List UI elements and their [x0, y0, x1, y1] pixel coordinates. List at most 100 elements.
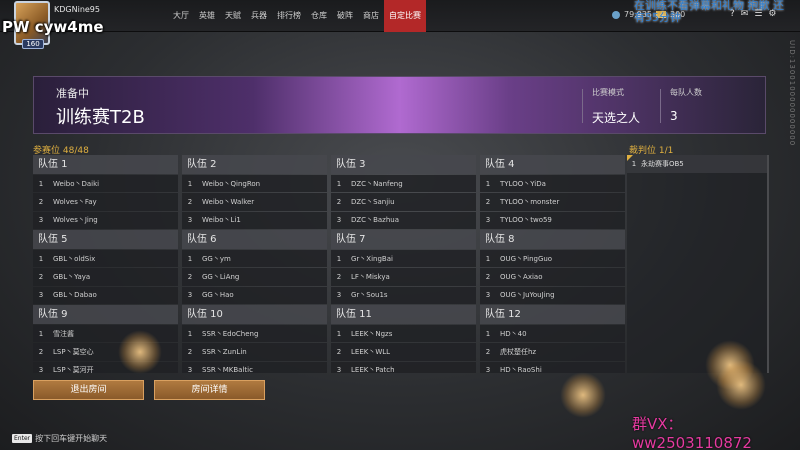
team-member-slot[interactable]: 2 TYLOO丶monster — [480, 193, 625, 211]
slot-number: 2 — [485, 197, 491, 206]
member-name: Wolves丶Fay — [53, 197, 97, 206]
team-member-slot[interactable]: 1 DZC丶Nanfeng — [331, 175, 476, 193]
team-member-slot[interactable]: 3 Wolves丶Jing — [33, 211, 178, 229]
team-member-slot[interactable]: 1 HD丶40 — [480, 325, 625, 343]
member-name: Weibo丶Li1 — [202, 216, 241, 225]
match-banner: 准备中 训练赛T2B 比赛模式 天选之人 每队人数 3 — [33, 76, 766, 134]
slot-number: 1 — [336, 179, 342, 188]
nav-item[interactable]: 仓库 — [306, 0, 332, 32]
team-member-slot[interactable]: 3 Weibo丶Li1 — [182, 211, 327, 229]
team-member-slot[interactable]: 1 Weibo丶Daiki — [33, 175, 178, 193]
team-member-slot[interactable]: 1 GG丶ym — [182, 250, 327, 268]
member-name: 雪注酱 — [53, 329, 74, 338]
top-icons: ? ✉ ☰ ⚙ — [730, 9, 776, 19]
team-card: 队伍 3 1 DZC丶Nanfeng 2 DZC丶Sanjiu 3 DZC丶Bazhua — [331, 155, 476, 229]
slot-number: 1 — [38, 254, 44, 263]
member-name: SSR丶ZunLin — [202, 347, 247, 356]
team-name: 队伍 12 — [480, 305, 625, 324]
team-member-slot[interactable]: 2 GG丶LiAng — [182, 268, 327, 286]
nav-item[interactable]: 天赋 — [220, 0, 246, 32]
nav-item[interactable]: 商店 — [358, 0, 384, 32]
match-status: 准备中 — [56, 87, 89, 100]
referee-slot-number: 1 — [631, 160, 637, 168]
team-member-slot[interactable]: 2 SSR丶ZunLin — [182, 343, 327, 361]
slot-number: 2 — [38, 347, 44, 356]
nav-item[interactable]: 排行榜 — [272, 0, 306, 32]
slot-number: 2 — [336, 272, 342, 281]
member-name: SSR丶MKBaltic — [202, 366, 253, 373]
member-name: TYLOO丶YiDa — [500, 179, 546, 188]
team-card: 队伍 12 1 HD丶40 2 虎杖楚任hz 3 HD丶RaoShi — [480, 305, 625, 373]
team-card: 队伍 5 1 GBL丶oldSix 2 GBL丶Yaya 3 GBL丶Dabao — [33, 230, 178, 304]
team-member-slot[interactable]: 3 Gr丶Sou1s — [331, 286, 476, 304]
team-member-slot[interactable]: 1 LEEK丶Ngzs — [331, 325, 476, 343]
help-icon[interactable]: ? — [730, 9, 735, 19]
mail-icon[interactable]: ✉ — [741, 9, 749, 19]
slot-number: 3 — [38, 291, 44, 300]
enter-key-icon: Enter — [12, 434, 33, 443]
member-name: GG丶LiAng — [202, 272, 240, 281]
slot-number: 1 — [485, 179, 491, 188]
referee-flag-icon — [627, 155, 633, 161]
friends-icon[interactable]: ☰ — [754, 9, 762, 19]
referee-slot[interactable]: 1 永劫赛事OB5 — [627, 155, 767, 173]
team-member-slot[interactable]: 2 DZC丶Sanjiu — [331, 193, 476, 211]
team-member-slot[interactable]: 1 GBL丶oldSix — [33, 250, 178, 268]
slot-number: 3 — [187, 366, 193, 373]
team-member-slot[interactable]: 2 LF丶Miskya — [331, 268, 476, 286]
team-member-slot[interactable]: 2 Wolves丶Fay — [33, 193, 178, 211]
member-name: Gr丶XingBai — [351, 254, 393, 263]
team-member-slot[interactable]: 3 DZC丶Bazhua — [331, 211, 476, 229]
member-name: DZC丶Sanjiu — [351, 197, 395, 206]
team-member-slot[interactable]: 3 TYLOO丶two59 — [480, 211, 625, 229]
team-member-slot[interactable]: 3 OUG丶JuYouJing — [480, 286, 625, 304]
team-member-slot[interactable]: 3 SSR丶MKBaltic — [182, 361, 327, 373]
settings-icon[interactable]: ⚙ — [768, 9, 776, 19]
room-details-button[interactable]: 房间详情 — [154, 380, 265, 400]
referee-panel: 1 永劫赛事OB5 — [627, 155, 769, 373]
team-member-slot[interactable]: 2 LEEK丶WLL — [331, 343, 476, 361]
team-member-slot[interactable]: 3 HD丶RaoShi — [480, 361, 625, 373]
member-name: 虎杖楚任hz — [500, 347, 537, 356]
member-name: TYLOO丶monster — [500, 197, 560, 206]
ambient-light — [560, 372, 606, 418]
slot-number: 2 — [187, 197, 193, 206]
nav-item[interactable]: 兵器 — [246, 0, 272, 32]
team-member-slot[interactable]: 1 TYLOO丶YiDa — [480, 175, 625, 193]
team-card: 队伍 2 1 Weibo丶QingRon 2 Weibo丶Walker 3 Weibo丶Li… — [182, 155, 327, 229]
team-member-slot[interactable]: 3 LEEK丶Patch — [331, 361, 476, 373]
slot-number: 3 — [336, 366, 342, 373]
member-name: HD丶40 — [500, 329, 527, 338]
team-member-slot[interactable]: 3 GG丶Hao — [182, 286, 327, 304]
team-member-slot[interactable]: 1 Weibo丶QingRon — [182, 175, 327, 193]
member-name: GG丶Hao — [202, 291, 234, 300]
team-member-slot[interactable]: 2 Weibo丶Walker — [182, 193, 327, 211]
team-member-slot[interactable]: 3 GBL丶Dabao — [33, 286, 178, 304]
nav-item[interactable]: 自定比赛 — [384, 0, 426, 32]
team-member-slot[interactable]: 1 OUG丶PingGuo — [480, 250, 625, 268]
member-name: LSP丶莫河开 — [53, 366, 94, 373]
team-member-slot[interactable]: 2 虎杖楚任hz — [480, 343, 625, 361]
team-member-slot[interactable]: 2 GBL丶Yaya — [33, 268, 178, 286]
slot-number: 2 — [336, 347, 342, 356]
slot-number: 1 — [38, 179, 44, 188]
username: KDGNine95 — [54, 5, 100, 14]
nav-item[interactable]: 大厅 — [168, 0, 194, 32]
team-member-slot[interactable]: 2 OUG丶Axiao — [480, 268, 625, 286]
slot-number: 1 — [336, 329, 342, 338]
slot-number: 2 — [336, 197, 342, 206]
nav-item[interactable]: 破阵 — [332, 0, 358, 32]
leave-room-button[interactable]: 退出房间 — [33, 380, 144, 400]
slot-number: 2 — [187, 272, 193, 281]
team-member-slot[interactable]: 1 SSR丶EdoCheng — [182, 325, 327, 343]
stream-overlay-text: PW cyw4me — [2, 18, 104, 36]
slot-number: 3 — [336, 291, 342, 300]
team-name: 队伍 4 — [480, 155, 625, 174]
slot-number: 2 — [38, 272, 44, 281]
team-member-slot[interactable]: 1 Gr丶XingBai — [331, 250, 476, 268]
team-name: 队伍 7 — [331, 230, 476, 249]
nav-item[interactable]: 英雄 — [194, 0, 220, 32]
team-name: 队伍 5 — [33, 230, 178, 249]
slot-number: 3 — [336, 216, 342, 225]
member-name: Weibo丶QingRon — [202, 179, 261, 188]
